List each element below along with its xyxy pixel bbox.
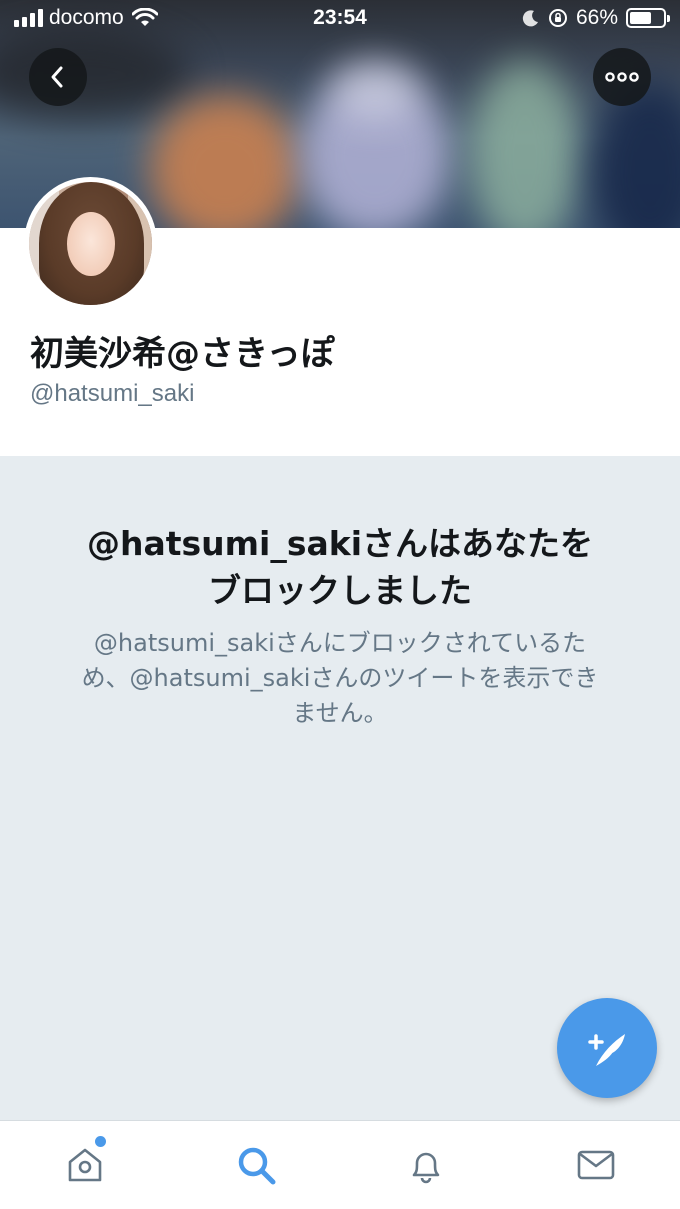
compose-tweet-button[interactable]	[557, 998, 657, 1098]
search-icon	[238, 1147, 276, 1185]
home-icon	[68, 1148, 102, 1182]
home-notification-badge	[95, 1136, 106, 1147]
more-horizontal-icon	[605, 72, 639, 82]
profile-display-name: 初美沙希@さきっぽ	[30, 334, 335, 374]
bell-icon	[412, 1152, 440, 1184]
tab-notifications[interactable]	[404, 1143, 448, 1187]
moon-icon	[522, 10, 538, 27]
back-button[interactable]	[29, 48, 87, 106]
blocked-title-line2: ブロックしました	[208, 571, 472, 610]
battery-percent: 66%	[575, 6, 618, 29]
compose-tweet-icon	[588, 1034, 625, 1066]
blocked-title: @hatsumi_sakiさんはあなたを ブロックしました	[40, 520, 640, 614]
blocked-description: @hatsumi_sakiさんにブロックされているた め、@hatsumi_sa…	[60, 626, 620, 731]
blocked-desc-line2: め、@hatsumi_sakiさんのツイートを表示でき	[81, 664, 599, 692]
tab-search[interactable]	[234, 1143, 278, 1187]
mail-icon	[577, 1150, 615, 1180]
more-options-button[interactable]	[593, 48, 651, 106]
blocked-desc-line1: @hatsumi_sakiさんにブロックされているた	[93, 629, 587, 657]
battery-icon	[626, 8, 670, 28]
blocked-desc-line3: ません。	[292, 699, 388, 727]
chevron-left-icon	[51, 66, 63, 88]
tab-bar	[0, 1120, 680, 1209]
avatar[interactable]	[24, 177, 157, 310]
status-bar: docomo 23:54 66%	[0, 0, 680, 38]
tab-home[interactable]	[63, 1143, 107, 1187]
tab-messages[interactable]	[574, 1143, 618, 1187]
profile-handle: @hatsumi_saki	[30, 380, 195, 407]
orientation-lock-icon	[548, 9, 567, 27]
blocked-title-line1: @hatsumi_sakiさんはあなたを	[86, 524, 594, 563]
